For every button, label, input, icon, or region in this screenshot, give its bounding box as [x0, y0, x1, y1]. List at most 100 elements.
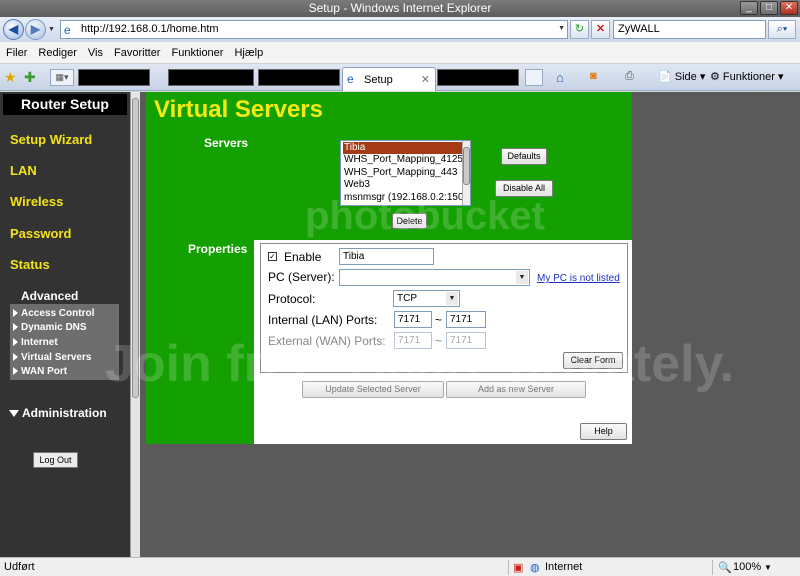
status-divider — [508, 560, 509, 575]
favorites-star-icon[interactable]: ★ — [4, 69, 17, 86]
nav-status[interactable]: Status — [10, 257, 50, 272]
disable-all-button[interactable]: Disable All — [495, 180, 553, 197]
nav-header: Router Setup — [3, 94, 127, 115]
pc-server-select[interactable]: ▼ — [339, 269, 530, 286]
pc-server-label: PC (Server): — [268, 270, 335, 284]
delete-button[interactable]: Delete — [392, 213, 427, 229]
update-selected-server-button[interactable]: Update Selected Server — [302, 381, 444, 398]
server-option[interactable]: Web3 — [343, 179, 463, 191]
minimize-button[interactable]: _ — [740, 1, 758, 15]
tab-redacted-3[interactable] — [258, 69, 340, 86]
internal-port-from[interactable]: 7171 — [394, 311, 432, 328]
add-new-server-button[interactable]: Add as new Server — [446, 381, 586, 398]
feeds-icon[interactable]: ◙ — [590, 70, 597, 82]
server-option[interactable]: msnmsgr (192.168.0.2:1509 — [343, 192, 463, 204]
nav-advanced-label[interactable]: Advanced — [21, 289, 78, 303]
protocol-select[interactable]: TCP ▼ — [393, 290, 460, 307]
tab-setup-label: Setup — [364, 74, 393, 86]
nav-wan-port[interactable]: WAN Port — [13, 366, 67, 377]
server-option[interactable]: WHS_Port_Mapping_4125 — [343, 154, 463, 166]
servers-list-scroll-thumb[interactable] — [463, 147, 470, 185]
tools-menu[interactable]: ⚙ Funktioner ▾ — [710, 70, 783, 83]
zoom-dropdown-icon[interactable]: ▼ — [764, 563, 772, 572]
forward-button[interactable]: ▶ — [25, 19, 46, 40]
enable-checkbox[interactable]: ✓ — [268, 252, 277, 261]
left-nav: Router Setup Setup Wizard LAN Wireless P… — [0, 92, 130, 557]
menu-file[interactable]: Filer — [6, 47, 27, 59]
tab-close-icon[interactable]: ✕ — [421, 73, 430, 86]
zoom-icon[interactable]: 🔍 — [718, 561, 732, 574]
home-icon[interactable]: ⌂ — [556, 70, 564, 85]
tab-setup[interactable]: e Setup ✕ — [342, 67, 436, 91]
nav-administration-label: Administration — [22, 406, 107, 420]
arrow-right-icon — [13, 338, 18, 346]
protocol-value: TCP — [397, 293, 417, 304]
search-button[interactable]: ⌕▾ — [768, 20, 796, 39]
my-pc-not-listed-link[interactable]: My PC is not listed — [537, 273, 620, 284]
nav-password[interactable]: Password — [10, 226, 71, 241]
arrow-down-icon — [9, 410, 19, 417]
page-menu-label: Side — [674, 71, 697, 83]
arrow-right-icon — [13, 353, 18, 361]
address-dropdown-icon[interactable]: ▼ — [558, 25, 565, 32]
new-tab-button[interactable] — [525, 69, 543, 86]
page-menu[interactable]: 📄 Side ▾ — [658, 70, 705, 83]
page-content: Router Setup Setup Wizard LAN Wireless P… — [0, 92, 800, 557]
back-button[interactable]: ◀ — [3, 19, 24, 40]
address-row: ◀ ▶ ▼ e http://192.168.0.1/home.htm ▼ ↻ … — [0, 17, 800, 42]
servers-label: Servers — [204, 136, 249, 150]
stop-button[interactable]: ✕ — [591, 20, 610, 39]
chevron-down-icon: ▼ — [446, 292, 458, 305]
history-dropdown-icon[interactable]: ▼ — [48, 26, 55, 33]
tab-redacted-1[interactable] — [78, 69, 150, 86]
quick-tabs-button[interactable]: ▦▾ — [50, 69, 74, 86]
nav-access-control-label: Access Control — [21, 308, 95, 319]
servers-list-scrollbar[interactable] — [462, 141, 470, 205]
server-option[interactable]: Tibia — [343, 142, 463, 154]
nav-access-control[interactable]: Access Control — [13, 308, 94, 319]
logout-button[interactable]: Log Out — [33, 452, 78, 468]
menu-view[interactable]: Vis — [88, 47, 103, 59]
clear-form-button[interactable]: Clear Form — [563, 352, 623, 369]
nav-setup-wizard[interactable]: Setup Wizard — [10, 132, 92, 147]
internal-port-to[interactable]: 7171 — [446, 311, 486, 328]
address-input[interactable]: e http://192.168.0.1/home.htm ▼ — [60, 20, 568, 39]
external-port-to[interactable]: 7171 — [446, 332, 486, 349]
tab-redacted-2[interactable] — [168, 69, 254, 86]
nav-dynamic-dns[interactable]: Dynamic DNS — [13, 322, 87, 333]
zoom-level[interactable]: 100% — [733, 561, 761, 573]
page-icon: e — [64, 23, 71, 37]
tools-menu-label: Funktioner — [722, 71, 775, 83]
nav-administration[interactable]: Administration — [9, 406, 107, 420]
help-button[interactable]: Help — [580, 423, 627, 440]
menu-edit[interactable]: Rediger — [38, 47, 77, 59]
server-option[interactable]: WHS_Port_Mapping_443 — [343, 167, 463, 179]
menu-tools[interactable]: Funktioner — [171, 47, 223, 59]
status-bar: Udført ▣ ◍ Internet 🔍 100% ▼ — [0, 557, 800, 576]
nav-scrollbar[interactable] — [130, 92, 140, 557]
internal-port-sep: ~ — [435, 313, 443, 327]
external-ports-label: External (WAN) Ports: — [268, 334, 386, 348]
servers-list[interactable]: Tibia WHS_Port_Mapping_4125 WHS_Port_Map… — [340, 140, 471, 206]
menu-help[interactable]: Hjælp — [234, 47, 263, 59]
tab-redacted-4[interactable] — [437, 69, 519, 86]
close-button[interactable]: ✕ — [780, 1, 798, 15]
nav-virtual-servers[interactable]: Virtual Servers — [13, 352, 91, 363]
defaults-button[interactable]: Defaults — [501, 148, 547, 165]
external-port-from[interactable]: 7171 — [394, 332, 432, 349]
server-name-field[interactable]: Tibia — [339, 248, 434, 265]
nav-wan-port-label: WAN Port — [21, 366, 68, 377]
nav-scroll-thumb[interactable] — [132, 98, 139, 398]
menu-favorites[interactable]: Favoritter — [114, 47, 160, 59]
nav-wireless[interactable]: Wireless — [10, 194, 63, 209]
add-favorite-icon[interactable]: ✚ — [24, 69, 36, 86]
print-icon[interactable]: ⎙ — [625, 70, 634, 83]
refresh-button[interactable]: ↻ — [570, 20, 589, 39]
maximize-button[interactable]: □ — [760, 1, 778, 15]
arrow-right-icon — [13, 323, 18, 331]
nav-internet[interactable]: Internet — [13, 337, 58, 348]
menu-bar: Filer Rediger Vis Favoritter Funktioner … — [0, 42, 800, 64]
search-input[interactable]: ZyWALL — [613, 20, 766, 39]
nav-lan[interactable]: LAN — [10, 163, 37, 178]
arrow-right-icon — [13, 309, 18, 317]
